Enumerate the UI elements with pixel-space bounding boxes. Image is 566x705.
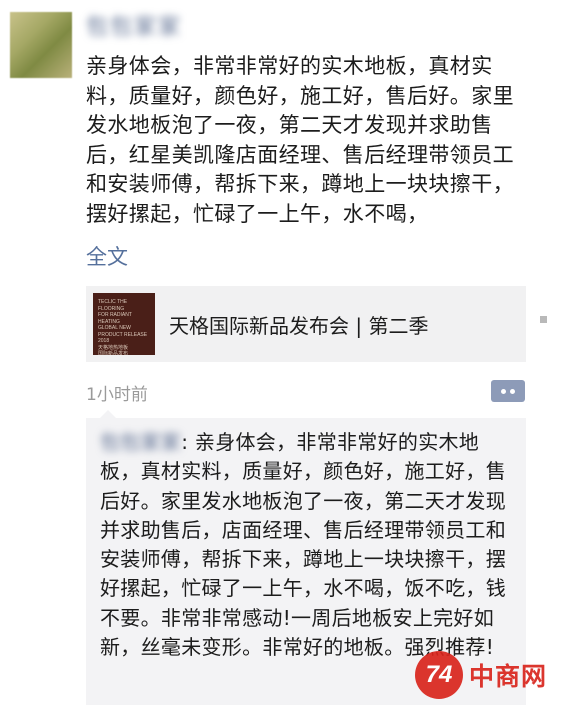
shared-link-card[interactable]: TECLIC THE FLOORING FOR RADIANT HEATING …: [86, 286, 526, 362]
site-watermark: 74 中商网: [415, 650, 565, 700]
link-card-thumbnail: TECLIC THE FLOORING FOR RADIANT HEATING …: [93, 293, 155, 355]
link-card-title: 天格国际新品发布会 | 第二季: [169, 313, 429, 338]
expand-full-text-link[interactable]: 全文: [86, 241, 128, 271]
scroll-indicator: [540, 316, 547, 323]
avatar[interactable]: [10, 12, 72, 78]
post-timestamp: 1小时前: [86, 385, 148, 405]
comment-author[interactable]: 包包家家: [100, 430, 181, 454]
comment-text: : 亲身体会，非常非常好的实木地板，真材实料，质量好，颜色好，施工好，售后好。家…: [100, 430, 506, 660]
watermark-logo-icon: 74: [415, 651, 463, 699]
more-actions-button[interactable]: [491, 380, 525, 402]
moments-post: 包包家家 亲身体会，非常非常好的实木地板，真材实料，质量好，颜色好，施工好，售后…: [0, 0, 566, 705]
dot-icon: [501, 388, 506, 394]
post-text: 亲身体会，非常非常好的实木地板，真材实料，质量好，颜色好，施工好，售后好。家里发…: [86, 54, 514, 226]
post-username[interactable]: 包包家家: [86, 16, 206, 40]
dot-icon: [510, 388, 515, 394]
comment-item: 包包家家: 亲身体会，非常非常好的实木地板，真材实料，质量好，颜色好，施工好，售…: [100, 428, 515, 662]
watermark-text: 中商网: [469, 662, 548, 691]
